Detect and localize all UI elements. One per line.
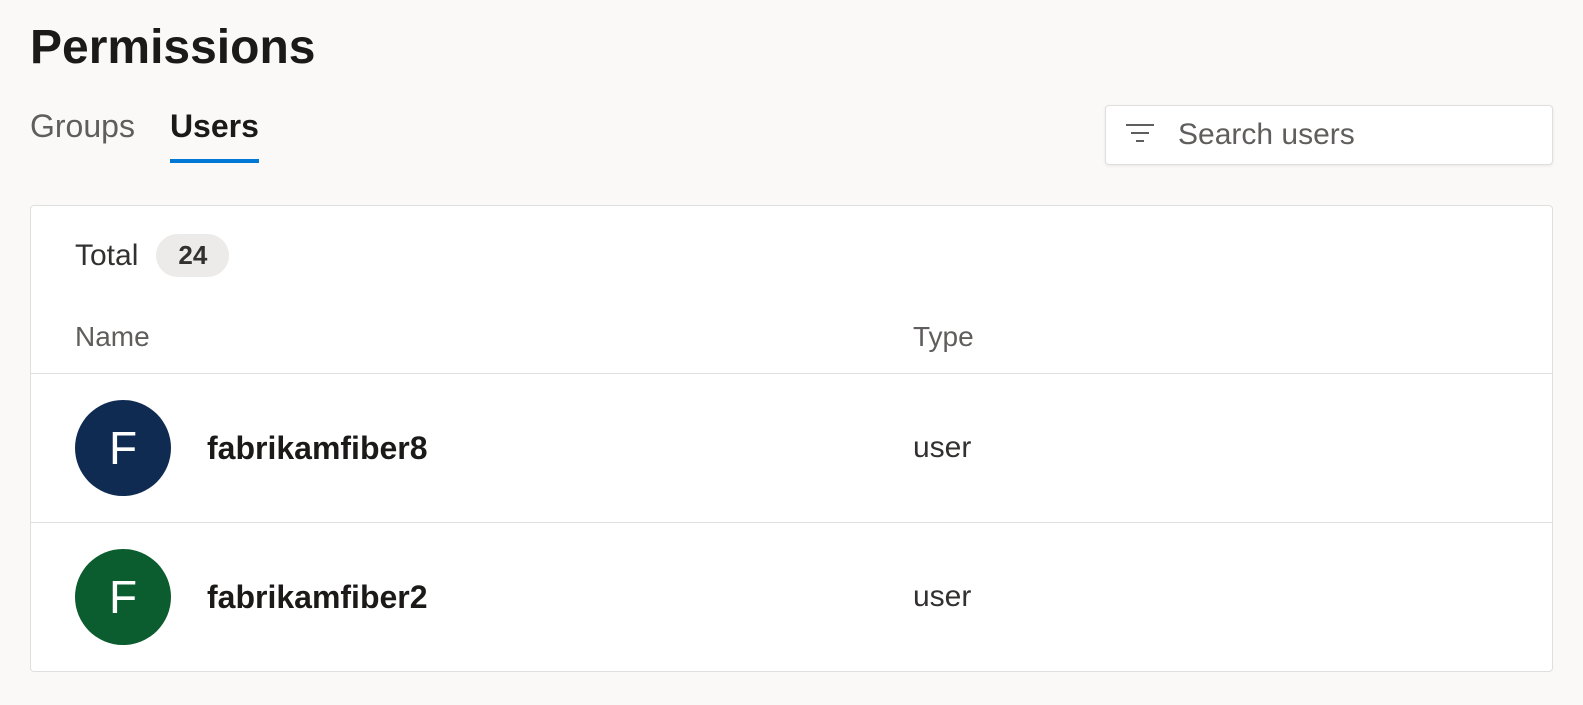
avatar: F bbox=[75, 549, 171, 645]
search-box[interactable] bbox=[1105, 105, 1553, 165]
header-row: Groups Users bbox=[30, 105, 1553, 165]
tabs: Groups Users bbox=[30, 108, 259, 163]
search-input[interactable] bbox=[1178, 118, 1564, 152]
tab-users[interactable]: Users bbox=[170, 108, 259, 163]
users-card: Total 24 Name Type F fabrikamfiber8 user… bbox=[30, 205, 1553, 672]
column-header-name[interactable]: Name bbox=[75, 321, 913, 353]
table-header: Name Type bbox=[31, 297, 1552, 374]
user-type: user bbox=[913, 431, 971, 465]
table-row[interactable]: F fabrikamfiber2 user bbox=[31, 523, 1552, 671]
column-header-type[interactable]: Type bbox=[913, 321, 974, 353]
filter-icon bbox=[1126, 122, 1154, 149]
name-cell: F fabrikamfiber2 bbox=[75, 549, 913, 645]
page-title: Permissions bbox=[30, 20, 1553, 75]
user-name: fabrikamfiber8 bbox=[207, 430, 428, 467]
total-row: Total 24 bbox=[31, 206, 1552, 297]
avatar: F bbox=[75, 400, 171, 496]
table-row[interactable]: F fabrikamfiber8 user bbox=[31, 374, 1552, 523]
user-type: user bbox=[913, 580, 971, 614]
total-label: Total bbox=[75, 239, 138, 273]
name-cell: F fabrikamfiber8 bbox=[75, 400, 913, 496]
user-name: fabrikamfiber2 bbox=[207, 579, 428, 616]
tab-groups[interactable]: Groups bbox=[30, 108, 135, 163]
total-count-badge: 24 bbox=[156, 234, 229, 277]
